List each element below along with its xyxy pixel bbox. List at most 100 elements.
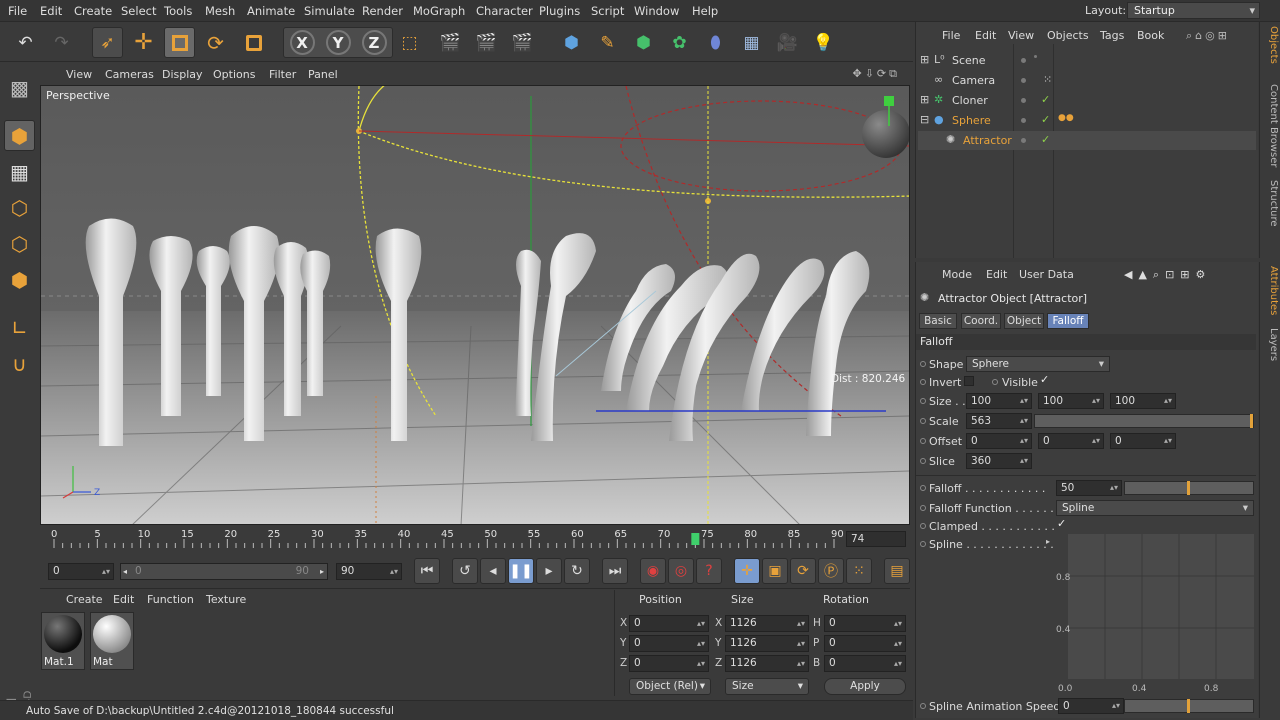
coordinate-system-button[interactable]: ⬚ bbox=[394, 27, 425, 58]
expand-icon[interactable]: ⊞ bbox=[920, 93, 929, 106]
z-axis-lock-icon[interactable]: Z bbox=[361, 30, 387, 55]
animate-dot[interactable] bbox=[920, 418, 926, 424]
size-z-field[interactable]: 1126 ▴▾ bbox=[725, 655, 809, 672]
animate-dot[interactable] bbox=[920, 505, 926, 511]
recent-tool-button[interactable] bbox=[238, 27, 269, 58]
perspective-viewport[interactable]: Z Perspective Dist : 820.246 bbox=[40, 85, 910, 525]
rotate-button[interactable]: ⟳ bbox=[200, 27, 231, 58]
objects-menu-edit[interactable]: Edit bbox=[975, 29, 996, 42]
edges-mode-button[interactable]: ⬡ bbox=[4, 228, 35, 259]
editor-visibility-dot[interactable] bbox=[1021, 138, 1026, 143]
polygons-mode-button[interactable]: ⬢ bbox=[4, 264, 35, 295]
timeline-window-button[interactable]: ▤ bbox=[884, 558, 910, 584]
attribute-manager-nav-icons[interactable]: ◀▲⌕⊡⊞⚙ bbox=[1124, 268, 1211, 282]
size-mode-dropdown[interactable]: Size ▾ bbox=[725, 678, 809, 695]
animate-dot[interactable] bbox=[920, 458, 926, 464]
falloff-field[interactable]: 50 ▴▾ bbox=[1056, 480, 1122, 496]
end-frame-field[interactable]: 90 ▴▾ bbox=[336, 563, 402, 580]
x-axis-lock-icon[interactable]: X bbox=[289, 30, 315, 55]
previous-frame-button[interactable]: ◂ bbox=[480, 558, 506, 584]
objects-menu-objects[interactable]: Objects bbox=[1047, 29, 1089, 42]
menu-mograph[interactable]: MoGraph bbox=[413, 4, 465, 18]
go-to-start-button[interactable]: ⏮ bbox=[414, 558, 440, 584]
animate-dot[interactable] bbox=[920, 361, 926, 367]
keyframe-selection-button[interactable]: ? bbox=[696, 558, 722, 584]
animate-dot[interactable] bbox=[920, 523, 926, 529]
go-to-end-button[interactable]: ⏭ bbox=[602, 558, 628, 584]
editor-visibility-dot[interactable] bbox=[1021, 118, 1026, 123]
tab-coord[interactable]: Coord. bbox=[961, 313, 1001, 329]
snapping-button[interactable]: ∪ bbox=[4, 348, 35, 379]
material-tag-icon[interactable]: ●● bbox=[1058, 113, 1074, 123]
menu-edit[interactable]: Edit bbox=[40, 4, 62, 18]
position-x-field[interactable]: 0 ▴▾ bbox=[629, 615, 709, 632]
menu-simulate[interactable]: Simulate bbox=[304, 4, 355, 18]
viewport-menu-options[interactable]: Options bbox=[213, 68, 255, 81]
material-menu-function[interactable]: Function bbox=[147, 593, 194, 606]
key-pla-button[interactable]: ⁙ bbox=[846, 558, 872, 584]
clamped-check-icon[interactable]: ✓ bbox=[1057, 517, 1066, 530]
menu-create[interactable]: Create bbox=[74, 4, 112, 18]
key-parameter-button[interactable]: Ⓟ bbox=[818, 558, 844, 584]
objects-menu-view[interactable]: View bbox=[1008, 29, 1034, 42]
cube-button[interactable]: ⬢ bbox=[556, 27, 587, 58]
deformer-button[interactable]: ⬮ bbox=[700, 27, 731, 58]
animate-dot[interactable] bbox=[992, 379, 998, 385]
side-tab-objects[interactable]: Objects bbox=[1262, 26, 1279, 64]
menu-window[interactable]: Window bbox=[634, 4, 679, 18]
autokey-button[interactable]: ◎ bbox=[668, 558, 694, 584]
slice-field[interactable]: 360 ▴▾ bbox=[966, 453, 1032, 469]
object-row-sphere[interactable]: ⊟ ● Sphere ✓ ●● bbox=[918, 111, 1256, 130]
scale-field[interactable]: 563 ▴▾ bbox=[966, 413, 1032, 429]
viewport-menu-display[interactable]: Display bbox=[162, 68, 203, 81]
pause-button[interactable]: ❚❚ bbox=[508, 558, 534, 584]
spline-animation-speed-field[interactable]: 0 ▴▾ bbox=[1058, 698, 1124, 714]
move-button[interactable]: ✛ bbox=[128, 27, 159, 58]
model-mode-button[interactable]: ⬢ bbox=[4, 120, 35, 151]
falloff-slider[interactable] bbox=[1124, 481, 1254, 495]
object-row-scene[interactable]: ⊞ L⁰ Scene bbox=[918, 51, 1256, 70]
menu-render[interactable]: Render bbox=[362, 4, 403, 18]
attributes-menu-edit[interactable]: Edit bbox=[986, 268, 1007, 281]
rotation-h-field[interactable]: 0 ▴▾ bbox=[824, 615, 906, 632]
rotation-b-field[interactable]: 0 ▴▾ bbox=[824, 655, 906, 672]
attributes-menu-user-data[interactable]: User Data bbox=[1019, 268, 1074, 281]
scale-button[interactable] bbox=[164, 27, 195, 58]
objects-menu-file[interactable]: File bbox=[942, 29, 960, 42]
axis-mode-button[interactable]: ∟ bbox=[4, 312, 35, 343]
offset-x-field[interactable]: 0 ▴▾ bbox=[966, 433, 1032, 449]
visible-check-icon[interactable]: ✓ bbox=[1040, 373, 1049, 386]
attributes-menu-mode[interactable]: Mode bbox=[942, 268, 972, 281]
tab-object[interactable]: Object bbox=[1004, 313, 1044, 329]
position-y-field[interactable]: 0 ▴▾ bbox=[629, 635, 709, 652]
points-mode-button[interactable]: ⬡ bbox=[4, 192, 35, 223]
expand-icon[interactable]: ⊞ bbox=[920, 53, 929, 66]
spline-pen-button[interactable]: ✎ bbox=[592, 27, 623, 58]
position-z-field[interactable]: 0 ▴▾ bbox=[629, 655, 709, 672]
size-x-field[interactable]: 1126 ▴▾ bbox=[725, 615, 809, 632]
enabled-check-icon[interactable]: ✓ bbox=[1041, 133, 1050, 146]
next-key-button[interactable]: ↻ bbox=[564, 558, 590, 584]
objects-menu-tags[interactable]: Tags bbox=[1100, 29, 1124, 42]
tab-basic[interactable]: Basic bbox=[919, 313, 957, 329]
light-button[interactable]: 💡 bbox=[808, 27, 839, 58]
expand-icon[interactable]: ⊟ bbox=[920, 113, 929, 126]
material-menu-edit[interactable]: Edit bbox=[113, 593, 134, 606]
animate-dot[interactable] bbox=[920, 398, 926, 404]
material-swatch[interactable]: Mat.1 bbox=[41, 612, 85, 670]
tab-falloff[interactable]: Falloff bbox=[1047, 313, 1089, 329]
timeline-ruler[interactable]: 0 5 10 15 20 25 30 35 40 45 50 55 60 65 70 75 80 85 90 74 bbox=[40, 527, 910, 552]
menu-plugins[interactable]: Plugins bbox=[539, 4, 580, 18]
viewport-menu-panel[interactable]: Panel bbox=[308, 68, 338, 81]
current-frame-field[interactable]: 74 bbox=[846, 531, 906, 547]
animate-dot[interactable] bbox=[920, 379, 926, 385]
spline-animation-speed-knob[interactable] bbox=[1187, 699, 1190, 713]
side-tab-structure[interactable]: Structure bbox=[1262, 180, 1279, 227]
objects-menu-book[interactable]: Book bbox=[1137, 29, 1164, 42]
enabled-check-icon[interactable]: ✓ bbox=[1041, 93, 1050, 106]
timeline-playhead[interactable] bbox=[691, 533, 700, 545]
render-picture-viewer-button[interactable]: 🎬 bbox=[471, 27, 502, 58]
make-editable-button[interactable]: ▩ bbox=[4, 72, 35, 103]
size-y-field[interactable]: 100 ▴▾ bbox=[1038, 393, 1104, 409]
invert-checkbox[interactable] bbox=[964, 376, 974, 386]
